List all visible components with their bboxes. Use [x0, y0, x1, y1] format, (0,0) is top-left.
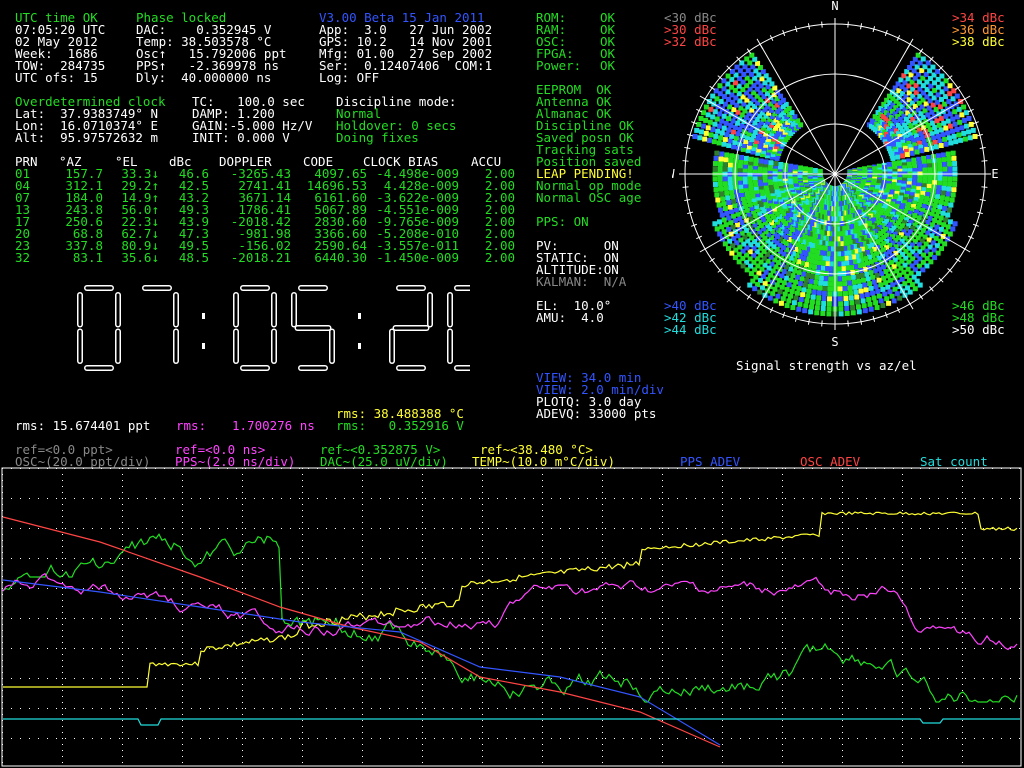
legend-entry: >32 dBc	[664, 34, 717, 49]
health-top-panel: ROM: OK RAM: OK OSC: OK FPGA: OK Power: OK	[536, 11, 616, 73]
rms-osc: rms: 15.674401 ppt	[15, 418, 151, 433]
pps-trace	[2, 572, 1018, 651]
health-line: Normal OSC age	[536, 190, 642, 205]
big-digital-clock	[77, 285, 470, 371]
mode-line: KALMAN: N/A	[536, 274, 627, 289]
health-list-panel: EEPROM OK Antenna OK Almanac OK Discipline …	[536, 83, 642, 205]
clock-colon	[202, 343, 205, 349]
clock-mode-panel: Overdetermined clock Lat: 37.9383749° N Lo…	[15, 95, 166, 145]
discipline-line: Doing fixes	[336, 130, 419, 145]
clock-colon	[358, 343, 361, 349]
sat-cell: -1.450e-009	[376, 250, 459, 265]
clock-digit	[142, 285, 179, 364]
position-line: Alt: 95.97572632 m	[15, 130, 158, 145]
clock-digit	[291, 285, 335, 371]
clock-digit	[389, 285, 433, 371]
status-osc-panel: Phase locked DAC: 0.352945 V Temp: 38.5035…	[136, 11, 287, 85]
legend-entry: >44 dBc	[664, 322, 717, 337]
sky-legend-top-right: >34 dBc >36 dBc >38 dBc	[952, 11, 1005, 49]
rms-pps-label: rms:	[176, 418, 207, 433]
sat-cell: 6440.30	[314, 250, 367, 265]
el-amu-panel: EL: 10.0° AMU: 4.0	[536, 299, 611, 325]
param-line: INIT: 0.000 V	[192, 130, 290, 145]
el-amu-line: AMU: 4.0	[536, 310, 604, 325]
tc-params-panel: TC: 100.0 sec DAMP: 1.200 GAIN:-5.000 Hz/V…	[192, 95, 312, 145]
status-line: UTC ofs: 15	[15, 70, 98, 85]
osc-adev-trace	[2, 516, 721, 748]
compass-n: N	[831, 0, 838, 13]
health-item: Power: OK	[536, 58, 616, 73]
sat-count-trace	[3, 718, 1020, 726]
sat-cell: 48.5	[178, 250, 209, 265]
view-line: ADEVQ: 33000 pts	[536, 406, 657, 421]
rms-pps-value: 1.700276 ns	[232, 418, 315, 433]
health-value: OK	[600, 58, 616, 73]
discipline-panel: Discipline mode: Normal Holdover: 0 secs Do…	[336, 95, 456, 145]
version-line: Log: OFF	[319, 70, 380, 85]
clock-digit	[233, 285, 277, 371]
view-info-panel: VIEW: 34.0 min VIEW: 2.0 min/div PLOTQ: 3.…	[536, 371, 664, 421]
sat-cell: 83.1	[72, 250, 103, 265]
sat-cell: 32	[15, 250, 31, 265]
clock-digit	[447, 285, 470, 371]
compass-e: E	[991, 167, 998, 181]
chart-border	[1, 467, 1022, 767]
clock-colon	[202, 313, 205, 319]
sky-legend-bottom-left: >40 dBc >42 dBc >44 dBc	[664, 299, 717, 337]
version-info-panel: V3.00 Beta 15 Jan 2011 App: 3.0 27 Jun 20…	[319, 11, 492, 85]
clock-digit	[77, 285, 121, 371]
compass-w: W	[672, 167, 675, 181]
pps-adev-trace	[2, 579, 721, 746]
sky-grid	[679, 18, 991, 330]
mode-panel: PV: ON STATIC: ON ALTITUDE:ON KALMAN: N/A	[536, 239, 627, 289]
sky-plot-title: Signal strength vs az/el	[736, 358, 917, 373]
status-line: Dly: 40.000000 ns	[136, 70, 272, 85]
legend-entry: >50 dBc	[952, 322, 1005, 337]
strip-chart	[1, 467, 1022, 767]
compass-s: S	[831, 335, 838, 349]
pps-status: PPS: ON	[536, 214, 589, 229]
status-time-panel: UTC time OK 07:05:20 UTC 02 May 2012 Week: …	[15, 11, 105, 85]
health-label: Power:	[536, 58, 582, 73]
clock-colon	[358, 313, 361, 319]
rms-dac: rms: 0.352916 V	[336, 418, 464, 433]
sat-cell: -2018.21	[230, 250, 291, 265]
sky-legend-top-left: <30 dBc >30 dBc >32 dBc	[664, 11, 717, 49]
sat-cell: 2.00	[484, 250, 515, 265]
legend-entry: >38 dBc	[952, 34, 1005, 49]
sat-cell: 35.6↓	[121, 250, 159, 265]
sky-legend-bottom-right: >46 dBc >48 dBc >50 dBc	[952, 299, 1005, 337]
